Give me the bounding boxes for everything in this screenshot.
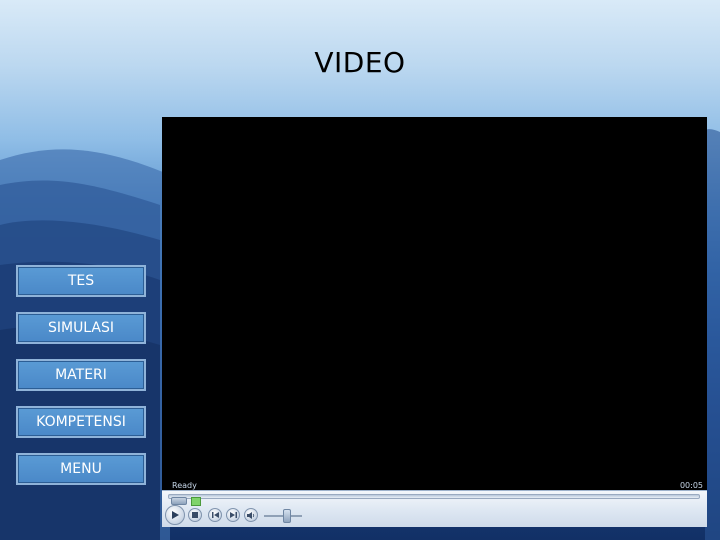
media-player: Ready 00:05 [162,117,707,527]
nav-button-simulasi[interactable]: SIMULASI [16,312,146,344]
nav-button-tes[interactable]: TES [16,265,146,297]
speaker-icon [247,511,255,519]
volume-slider-thumb[interactable] [283,509,291,523]
nav-button-kompetensi[interactable]: KOMPETENSI [16,406,146,438]
previous-icon [211,512,219,518]
player-controls [162,490,707,527]
play-icon [172,511,179,519]
time-display: 00:05 [679,481,703,490]
nav-button-menu[interactable]: MENU [16,453,146,485]
page-title: VIDEO [314,46,406,79]
stop-button[interactable] [188,508,202,522]
video-screen[interactable] [162,117,707,477]
previous-button[interactable] [208,508,222,522]
next-icon [229,512,237,518]
seek-progress-marker [191,497,201,506]
seek-bar[interactable] [168,494,700,506]
mute-button[interactable] [244,508,258,522]
play-button[interactable] [165,505,185,525]
nav-button-materi[interactable]: MATERI [16,359,146,391]
status-text: Ready [172,481,197,490]
stop-icon [192,512,198,518]
seek-thumb[interactable] [171,497,187,505]
next-button[interactable] [226,508,240,522]
